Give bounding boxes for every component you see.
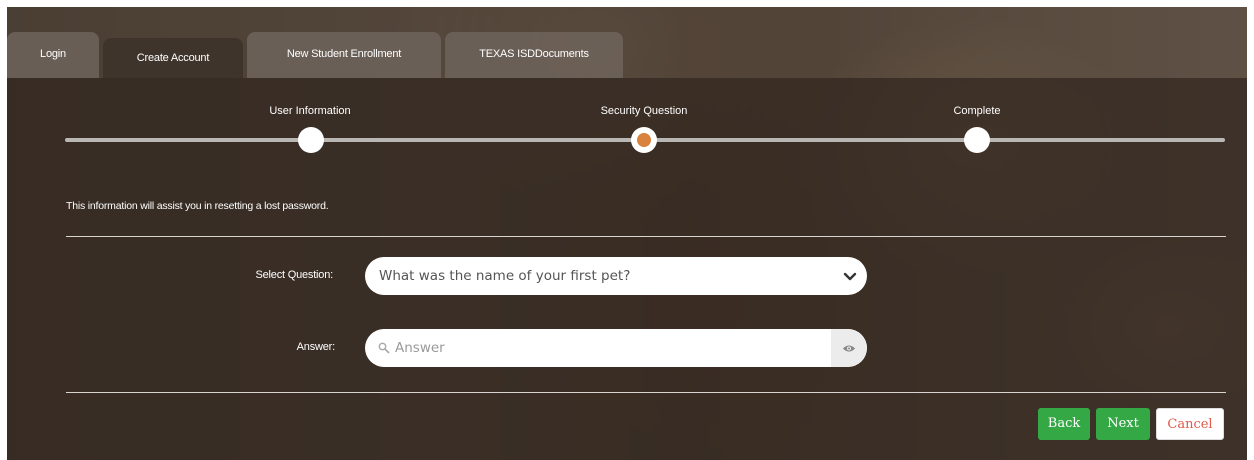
back-button[interactable]: Back: [1038, 408, 1090, 440]
tab-login[interactable]: Login: [7, 32, 99, 78]
security-question-select[interactable]: What was the name of your first pet?: [365, 257, 867, 295]
reveal-answer-button[interactable]: [831, 329, 867, 367]
select-question-label: Select Question:: [255, 269, 333, 281]
tab-create-account[interactable]: Create Account: [103, 38, 243, 78]
tab-texas-isd-documents[interactable]: TEXAS ISDDocuments: [445, 32, 623, 78]
step-label-user-information: User Information: [269, 105, 351, 117]
step-label-security-question: Security Question: [600, 105, 688, 117]
answer-label: Answer:: [296, 341, 336, 353]
cancel-button[interactable]: Cancel: [1156, 408, 1224, 440]
app-frame: Login Create Account New Student Enrollm…: [7, 7, 1247, 460]
step-marker-security-question: [631, 127, 657, 153]
security-question-value: What was the name of your first pet?: [379, 268, 631, 284]
eye-icon: [842, 345, 856, 352]
divider-top: [66, 236, 1226, 237]
info-text: This information will assist you in rese…: [66, 200, 329, 212]
create-account-panel: User Information Security Question Compl…: [7, 78, 1247, 460]
answer-input[interactable]: [395, 329, 815, 367]
step-marker-user-information: [298, 127, 324, 153]
next-button[interactable]: Next: [1096, 408, 1150, 440]
current-step-dot: [637, 133, 651, 147]
chevron-down-icon: [843, 272, 857, 281]
search-icon: [378, 342, 390, 354]
step-label-complete: Complete: [953, 105, 1001, 117]
tab-new-student-enrollment[interactable]: New Student Enrollment: [247, 32, 441, 78]
step-marker-complete: [964, 127, 990, 153]
answer-field: [365, 329, 867, 367]
divider-bottom: [66, 392, 1226, 393]
